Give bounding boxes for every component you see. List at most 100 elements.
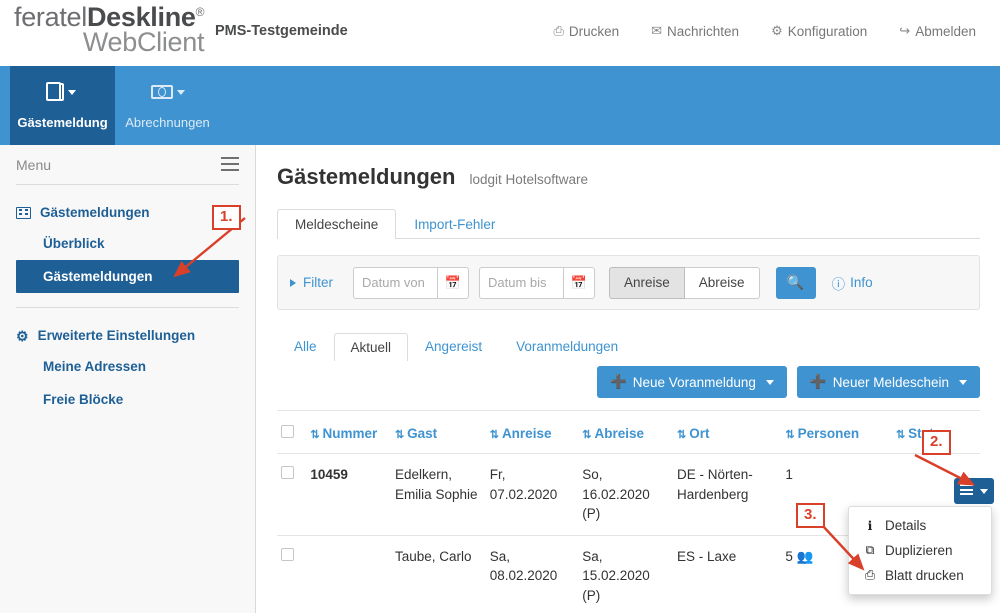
row-anreise: Fr, 07.02.2020 xyxy=(485,453,579,536)
select-all-checkbox[interactable] xyxy=(281,425,294,438)
sidebar-item-gaestemeldungen[interactable]: Gästemeldungen xyxy=(16,260,239,293)
date-from-group: 📅 xyxy=(353,266,469,299)
sidebar-group-title-einstellungen[interactable]: ⚙ Erweiterte Einstellungen xyxy=(0,321,255,350)
top-navigation: ⎙ Drucken ✉ Nachrichten ⚙ Konfiguration … xyxy=(537,23,992,39)
col-gast[interactable]: ⇅ Gast xyxy=(390,411,486,454)
chevron-down-icon xyxy=(980,488,988,494)
table-head: ⇅ Nummer ⇅ Gast ⇅ Anreise ⇅ Abreise ⇅ Ort ⇅ Pe… xyxy=(277,411,980,454)
tab-import-fehler[interactable]: Import-Fehler xyxy=(396,209,513,239)
page-subtitle: lodgit Hotelsoftware xyxy=(469,172,589,187)
col-select-all xyxy=(277,411,307,454)
date-to-input[interactable] xyxy=(479,266,563,299)
row-personen-count: 5 xyxy=(785,548,793,564)
date-to-group: 📅 xyxy=(479,266,595,299)
module-gaestemeldung[interactable]: Gästemeldung xyxy=(10,66,115,145)
sort-icon: ⇅ xyxy=(310,428,320,441)
new-meldeschein-button[interactable]: ➕ Neuer Meldeschein xyxy=(796,366,980,398)
col-anreise[interactable]: ⇅ Anreise xyxy=(485,411,579,454)
module-abrechnungen[interactable]: Abrechnungen xyxy=(115,66,220,145)
segment-abreise[interactable]: Abreise xyxy=(684,266,760,299)
topnav-konfiguration[interactable]: ⚙ Konfiguration xyxy=(755,23,883,39)
search-button[interactable]: 🔍 xyxy=(775,266,816,299)
col-ort[interactable]: ⇅ Ort xyxy=(673,411,782,454)
row-anreise-date: 08.02.2020 xyxy=(489,568,558,584)
brand-logo: feratelDeskline® WebClient xyxy=(14,4,204,56)
module-abrechnungen-icon-wrap xyxy=(150,79,185,105)
filter-toggle[interactable]: Filter xyxy=(290,275,343,290)
module-gaestemeldung-label: Gästemeldung xyxy=(17,115,108,130)
sort-icon: ⇅ xyxy=(785,428,795,441)
col-personen-label: Personen xyxy=(797,425,860,441)
calendar-icon[interactable]: 📅 xyxy=(563,266,595,299)
annotation-3: 3. xyxy=(796,503,825,528)
col-personen[interactable]: ⇅ Personen xyxy=(781,411,892,454)
calendar-icon[interactable]: 📅 xyxy=(437,266,469,299)
row-anreise-day: Sa, xyxy=(489,548,510,564)
money-icon xyxy=(150,85,173,99)
sidebar-group-label: Gästemeldungen xyxy=(40,205,150,220)
dropdown-item-duplizieren[interactable]: ⧉ Duplizieren xyxy=(849,538,991,563)
sidebar-item-freie-bloecke[interactable]: Freie Blöcke xyxy=(0,383,255,416)
date-from-input[interactable] xyxy=(353,266,437,299)
sidebar-item-ueberblick[interactable]: Überblick xyxy=(0,227,255,260)
row-anreise-date: 07.02.2020 xyxy=(489,486,558,502)
col-abreise[interactable]: ⇅ Abreise xyxy=(578,411,674,454)
sidebar-header: Menu xyxy=(16,145,239,185)
row-abreise-flag: (P) xyxy=(582,506,601,522)
topnav-drucken[interactable]: ⎙ Drucken xyxy=(537,23,635,39)
segment-anreise[interactable]: Anreise xyxy=(609,266,685,299)
col-abreise-label: Abreise xyxy=(594,425,644,441)
subtab-angereist[interactable]: Angereist xyxy=(408,332,499,360)
row-nummer: 10459 xyxy=(306,453,391,536)
info-icon: ℹ xyxy=(867,519,873,533)
row-checkbox[interactable] xyxy=(281,547,294,561)
topnav-abmelden-label: Abmelden xyxy=(915,23,976,39)
topnav-drucken-label: Drucken xyxy=(568,23,620,39)
tenant-name: PMS-Testgemeinde xyxy=(215,23,348,39)
subtab-aktuell[interactable]: Aktuell xyxy=(333,333,409,361)
row-anreise-day: Fr, xyxy=(489,467,506,482)
new-voranmeldung-button[interactable]: ➕ Neue Voranmeldung xyxy=(596,366,787,398)
hamburger-icon[interactable] xyxy=(221,157,239,175)
topnav-nachrichten[interactable]: ✉ Nachrichten xyxy=(635,23,755,39)
sidebar-item-meine-adressen[interactable]: Meine Adressen xyxy=(0,350,255,383)
row-checkbox[interactable] xyxy=(281,466,294,479)
col-ort-label: Ort xyxy=(689,425,710,441)
list-icon xyxy=(16,206,31,219)
sidebar-menu-label: Menu xyxy=(16,156,52,173)
col-nummer[interactable]: ⇅ Nummer xyxy=(306,411,391,454)
row-abreise: So, 16.02.2020 (P) xyxy=(578,453,674,536)
dropdown-item-details[interactable]: ℹ Details xyxy=(849,513,991,538)
row-abreise-day: So, xyxy=(582,467,603,482)
copy-icon: ⧉ xyxy=(865,543,875,557)
sidebar-group-gaestemeldungen: Gästemeldungen Überblick Gästemeldungen xyxy=(0,185,255,293)
topnav-abmelden[interactable]: ↪ Abmelden xyxy=(883,23,992,39)
row-abreise-date: 15.02.2020 xyxy=(582,568,650,584)
filter-toggle-label: Filter xyxy=(303,275,333,290)
dropdown-item-details-label: Details xyxy=(885,518,927,533)
logout-icon: ↪ xyxy=(899,23,911,38)
document-icon xyxy=(46,82,64,101)
envelope-icon: ✉ xyxy=(651,23,663,38)
new-meldeschein-label: Neuer Meldeschein xyxy=(832,374,949,390)
row-action-menu-button[interactable] xyxy=(954,478,994,504)
topnav-nachrichten-label: Nachrichten xyxy=(667,23,740,39)
plus-icon: ➕ xyxy=(809,374,827,389)
subtab-voranmeldungen[interactable]: Voranmeldungen xyxy=(499,332,635,360)
module-bar: Gästemeldung Abrechnungen xyxy=(0,66,1000,145)
row-personen-count: 1 xyxy=(785,467,793,482)
dropdown-item-blatt-drucken-label: Blatt drucken xyxy=(885,568,964,583)
row-ort: DE - Nörten-Hardenberg xyxy=(673,453,782,536)
subtab-alle[interactable]: Alle xyxy=(277,332,334,360)
tab-meldescheine[interactable]: Meldescheine xyxy=(277,209,397,239)
info-icon: ⓘ xyxy=(831,276,846,292)
dropdown-item-blatt-drucken[interactable]: ⎙ Blatt drucken xyxy=(849,563,991,588)
printer-icon: ⎙ xyxy=(864,568,875,582)
module-gaestemeldung-icon-wrap xyxy=(46,79,76,105)
sort-icon: ⇅ xyxy=(582,428,592,441)
topnav-konfiguration-label: Konfiguration xyxy=(787,23,868,39)
row-abreise-day: Sa, xyxy=(582,548,603,564)
info-link[interactable]: ⓘ Info xyxy=(832,273,873,293)
row-anreise: Sa, 08.02.2020 xyxy=(485,535,579,613)
col-anreise-label: Anreise xyxy=(501,425,552,441)
